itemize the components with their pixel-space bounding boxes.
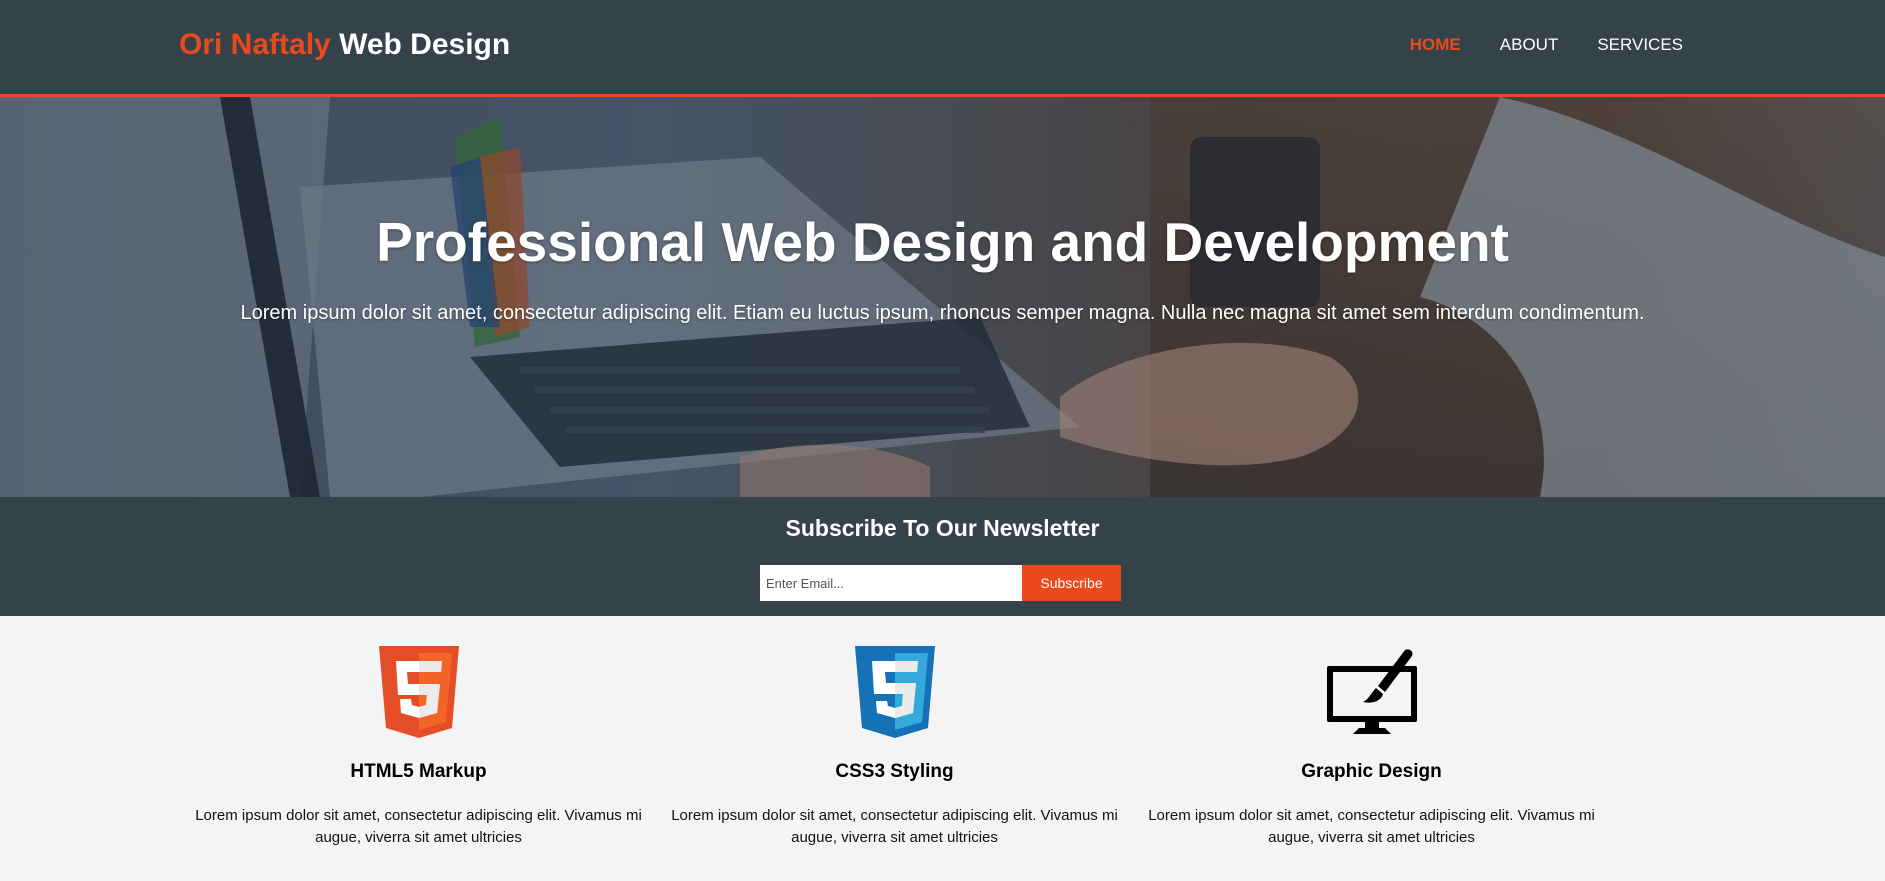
- features-section: HTML5 Markup Lorem ipsum dolor sit amet,…: [0, 616, 1885, 881]
- feature-text-css3: Lorem ipsum dolor sit amet, consectetur …: [671, 807, 1118, 846]
- feature-text-html5: Lorem ipsum dolor sit amet, consectetur …: [195, 807, 642, 846]
- nav-link-home[interactable]: HOME: [1410, 35, 1461, 54]
- css3-logo-icon: [854, 646, 935, 738]
- newsletter-title: Subscribe To Our Newsletter: [785, 515, 1100, 541]
- newsletter-form: Subscribe: [760, 565, 1121, 601]
- nav-link-about[interactable]: ABOUT: [1500, 35, 1559, 54]
- subscribe-button[interactable]: Subscribe: [1022, 565, 1121, 601]
- feature-title-html5: HTML5 Markup: [350, 761, 487, 782]
- nav-item-services: SERVICES: [1597, 35, 1683, 55]
- feature-title-graphic-design: Graphic Design: [1301, 761, 1442, 782]
- html5-logo-icon: [378, 646, 459, 738]
- nav-item-about: ABOUT: [1500, 35, 1559, 55]
- site-logo[interactable]: Ori Naftaly Web Design: [179, 28, 510, 62]
- feature-text-graphic-design: Lorem ipsum dolor sit amet, consectetur …: [1148, 807, 1595, 846]
- feature-box-graphic-design: Graphic Design Lorem ipsum dolor sit ame…: [1133, 646, 1610, 849]
- feature-title-css3: CSS3 Styling: [835, 761, 954, 782]
- hero-showcase: Professional Web Design and Development …: [0, 97, 1885, 497]
- hero-overlay: [0, 97, 1885, 497]
- nav-item-home: HOME: [1410, 35, 1461, 55]
- brand-rest: Web Design: [339, 28, 511, 61]
- hero-title: Professional Web Design and Development: [376, 211, 1509, 273]
- monitor-brush-icon: [1326, 649, 1417, 734]
- hero-text: Lorem ipsum dolor sit amet, consectetur …: [240, 302, 1645, 324]
- newsletter-section: Subscribe To Our Newsletter Subscribe: [0, 497, 1885, 616]
- main-nav: HOME ABOUT SERVICES: [1410, 35, 1683, 55]
- site-header: Ori Naftaly Web Design HOME ABOUT SERVIC…: [0, 0, 1885, 97]
- brand-highlight: Ori Naftaly: [179, 28, 331, 61]
- feature-box-html5: HTML5 Markup Lorem ipsum dolor sit amet,…: [180, 646, 657, 849]
- email-input[interactable]: [760, 565, 1022, 601]
- nav-link-services[interactable]: SERVICES: [1597, 35, 1683, 54]
- feature-box-css3: CSS3 Styling Lorem ipsum dolor sit amet,…: [656, 646, 1133, 849]
